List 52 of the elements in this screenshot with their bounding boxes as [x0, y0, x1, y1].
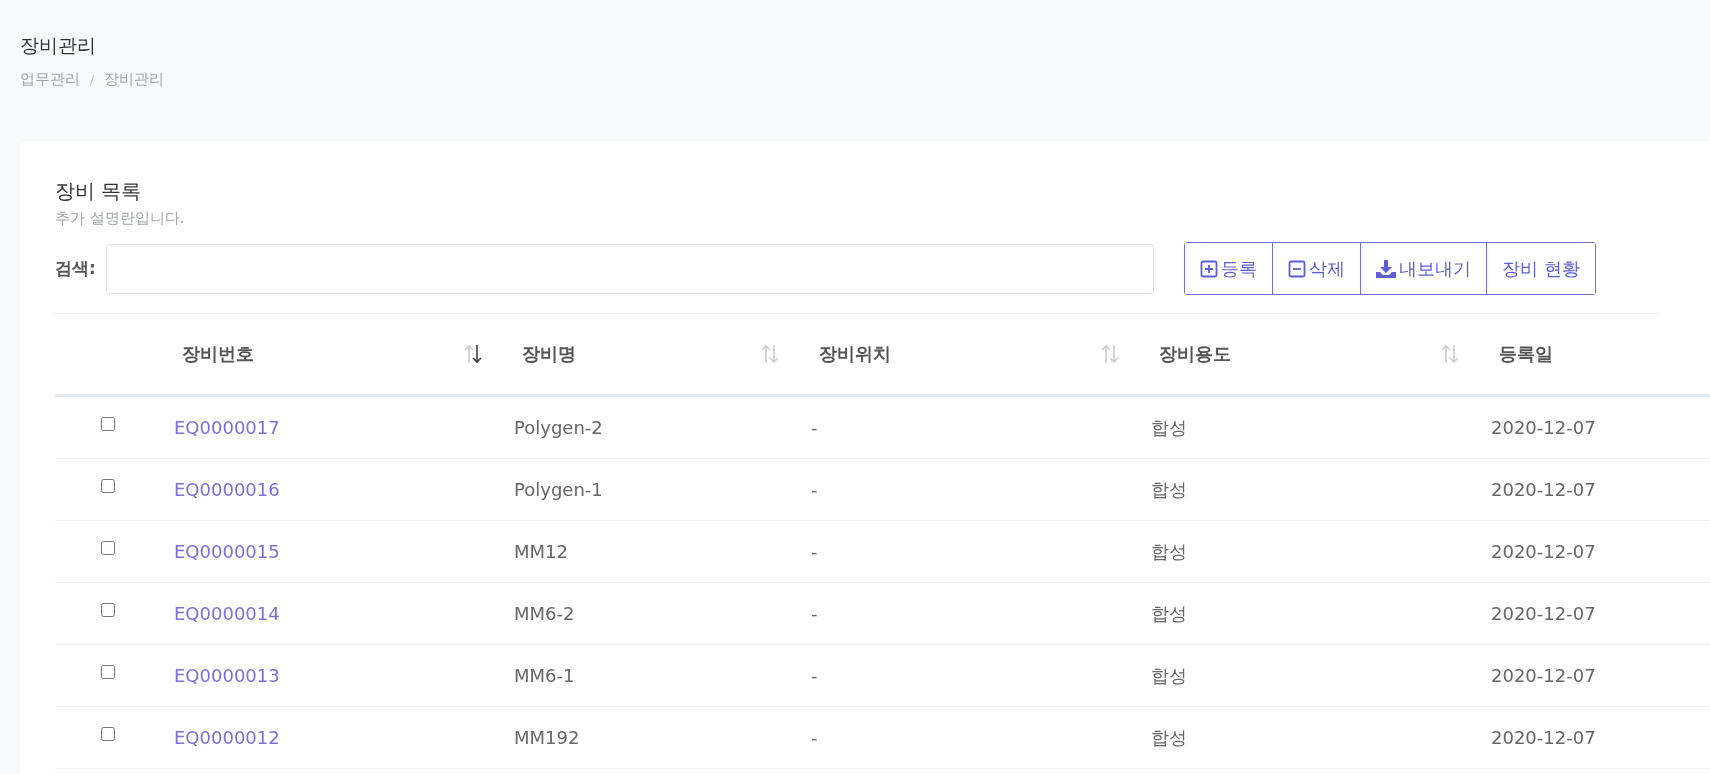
table-cell: MM192	[514, 727, 580, 748]
equipment-id-link[interactable]: EQ0000013	[174, 665, 280, 686]
card-title: 장비 목록	[55, 178, 143, 205]
table-cell: 2020-12-07	[1491, 479, 1596, 500]
equipment-id-link[interactable]: EQ0000012	[174, 727, 280, 748]
table-cell: 2020-12-07	[1491, 603, 1596, 624]
column-header[interactable]: 등록일	[1499, 342, 1553, 366]
equipment-id-link[interactable]: EQ0000017	[174, 417, 280, 438]
table-cell: 2020-12-07	[1491, 665, 1596, 686]
table-cell: -	[811, 479, 818, 500]
equipment-id-link[interactable]: EQ0000015	[174, 541, 280, 562]
equipment-id-link[interactable]: EQ0000014	[174, 603, 280, 624]
table-cell: 2020-12-07	[1491, 727, 1596, 748]
table-cell: 합성	[1151, 725, 1187, 750]
table-cell: -	[811, 665, 818, 686]
card-description: 추가 설명란입니다.	[55, 209, 186, 228]
row-checkbox[interactable]	[100, 416, 115, 431]
table-cell: -	[811, 727, 818, 748]
table-cell: 2020-12-07	[1491, 417, 1596, 438]
column-header[interactable]: 장비명	[522, 342, 576, 366]
equipment-id-link[interactable]: EQ0000016	[174, 479, 280, 500]
row-checkbox[interactable]	[100, 726, 115, 741]
table-cell: 합성	[1151, 601, 1187, 626]
table-cell: MM12	[514, 541, 568, 562]
download-icon	[1375, 259, 1396, 278]
row-checkbox[interactable]	[100, 478, 115, 493]
table-cell: -	[811, 541, 818, 562]
table-cell: MM6-1	[514, 665, 575, 686]
row-checkbox[interactable]	[100, 540, 115, 555]
table-cell: 합성	[1151, 415, 1187, 440]
table-cell: -	[811, 603, 818, 624]
table-cell: Polygen-1	[514, 479, 603, 500]
plus-square-icon	[1199, 259, 1218, 278]
table-cell: -	[811, 417, 818, 438]
table-cell: 합성	[1151, 477, 1187, 502]
search-field[interactable]	[105, 243, 1154, 294]
minus-square-icon	[1287, 259, 1306, 278]
breadcrumb-separator: /	[90, 72, 95, 87]
toolbar-button[interactable]: 장비 현황	[1485, 243, 1595, 294]
table-cell: 합성	[1151, 663, 1187, 688]
table-cell: MM6-2	[514, 603, 575, 624]
row-checkbox[interactable]	[100, 664, 115, 679]
table-cell: 2020-12-07	[1491, 541, 1596, 562]
page-title: 장비관리	[20, 33, 97, 58]
column-header[interactable]: 장비번호	[182, 342, 254, 366]
table-cell: Polygen-2	[514, 417, 603, 438]
column-header[interactable]: 장비위치	[819, 342, 891, 366]
search-label: 검색:	[55, 257, 96, 280]
column-header[interactable]: 장비용도	[1159, 342, 1231, 366]
row-checkbox[interactable]	[100, 602, 115, 617]
table-cell: 합성	[1151, 539, 1187, 564]
sort-icon[interactable]	[462, 343, 484, 365]
